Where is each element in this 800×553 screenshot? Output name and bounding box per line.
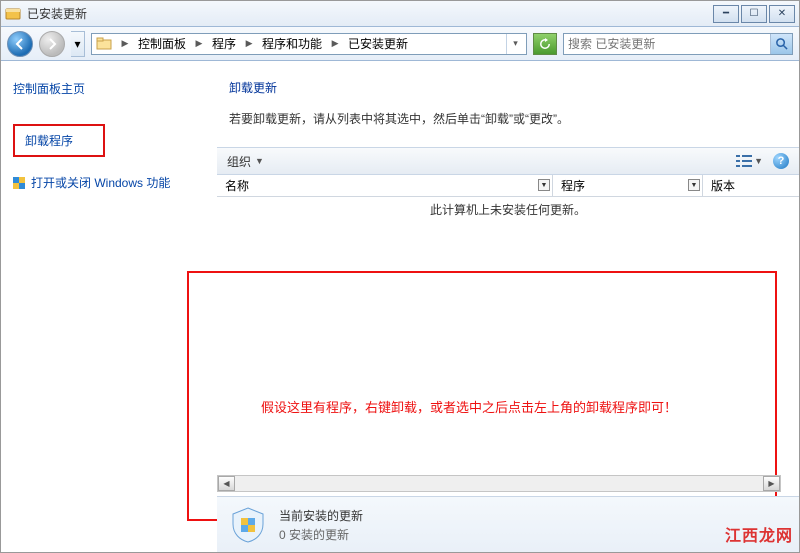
breadcrumb-installed-updates[interactable]: 已安装更新 [344, 34, 412, 54]
page-description: 若要卸载更新，请从列表中将其选中，然后单击“卸载”或“更改”。 [229, 110, 799, 127]
breadcrumb-control-panel[interactable]: 控制面板 [134, 34, 190, 54]
column-label: 程序 [561, 177, 585, 194]
content-body: 控制面板主页 卸载程序 打开或关闭 Windows 功能 卸载更新 若要卸载更新… [1, 61, 799, 552]
search-button[interactable] [770, 34, 792, 54]
window-title: 已安装更新 [27, 5, 713, 22]
search-icon [775, 37, 788, 50]
help-button[interactable]: ? [773, 153, 789, 169]
shield-icon [13, 177, 25, 189]
column-header-name[interactable]: 名称 ▼ [217, 175, 553, 196]
column-label: 名称 [225, 177, 249, 194]
chevron-right-icon[interactable]: ▶ [118, 38, 132, 49]
nav-history-dropdown[interactable]: ▾ [71, 31, 85, 57]
chevron-down-icon: ▼ [754, 156, 763, 166]
chevron-right-icon[interactable]: ▶ [242, 38, 256, 49]
organize-label: 组织 [227, 153, 251, 170]
sidebar-link-label: 卸载程序 [25, 132, 73, 149]
refresh-button[interactable] [533, 33, 557, 55]
column-header-version[interactable]: 版本 [703, 175, 799, 196]
address-dropdown[interactable]: ▾ [506, 34, 524, 54]
page-heading: 卸载更新 [229, 79, 799, 96]
sidebar-link-home[interactable]: 控制面板主页 [13, 77, 205, 100]
chevron-right-icon[interactable]: ▶ [328, 38, 342, 49]
close-button[interactable]: ✕ [769, 5, 795, 23]
sidebar-link-windows-features[interactable]: 打开或关闭 Windows 功能 [13, 171, 205, 194]
search-box[interactable] [563, 33, 793, 55]
column-filter-dropdown[interactable]: ▼ [538, 179, 550, 191]
windows-update-icon [229, 506, 267, 544]
refresh-icon [539, 38, 551, 50]
back-button[interactable] [7, 31, 33, 57]
breadcrumb-programs-features[interactable]: 程序和功能 [258, 34, 326, 54]
view-button[interactable]: ▼ [736, 154, 763, 168]
empty-list-message: 此计算机上未安装任何更新。 [217, 197, 799, 222]
main-panel: 卸载更新 若要卸载更新，请从列表中将其选中，然后单击“卸载”或“更改”。 组织 … [217, 61, 799, 552]
arrow-right-icon [46, 38, 58, 50]
minimize-button[interactable]: ━ [713, 5, 739, 23]
forward-button[interactable] [39, 31, 65, 57]
scroll-left-button[interactable]: ◀ [218, 476, 235, 491]
column-label: 版本 [711, 177, 735, 194]
column-filter-dropdown[interactable]: ▼ [688, 179, 700, 191]
address-bar[interactable]: ▶ 控制面板 ▶ 程序 ▶ 程序和功能 ▶ 已安装更新 ▾ [91, 33, 527, 55]
window-controls: ━ ☐ ✕ [713, 5, 795, 23]
window-icon [5, 6, 21, 22]
maximize-button[interactable]: ☐ [741, 5, 767, 23]
search-input[interactable] [564, 37, 770, 51]
annotation-text: 假设这里有程序，右键卸载，或者选中之后点击左上角的卸载程序即可！ [261, 397, 677, 416]
title-bar: 已安装更新 ━ ☐ ✕ [1, 1, 799, 27]
list-toolbar: 组织 ▼ ▼ ? [217, 147, 799, 175]
list-header: 名称 ▼ 程序 ▼ 版本 [217, 175, 799, 197]
status-footer: 当前安装的更新 0 安装的更新 [217, 496, 799, 552]
nav-bar: ▾ ▶ 控制面板 ▶ 程序 ▶ 程序和功能 ▶ 已安装更新 ▾ [1, 27, 799, 61]
horizontal-scrollbar[interactable]: ◀ ▶ [217, 475, 781, 492]
sidebar: 控制面板主页 卸载程序 打开或关闭 Windows 功能 [1, 61, 217, 552]
view-icon [736, 154, 752, 168]
chevron-down-icon: ▼ [255, 156, 264, 166]
chevron-right-icon[interactable]: ▶ [192, 38, 206, 49]
folder-icon [96, 36, 112, 52]
sidebar-link-label: 打开或关闭 Windows 功能 [31, 174, 170, 191]
organize-button[interactable]: 组织 ▼ [227, 153, 264, 170]
footer-title: 当前安装的更新 [279, 507, 363, 524]
arrow-left-icon [14, 38, 26, 50]
column-header-program[interactable]: 程序 ▼ [553, 175, 703, 196]
breadcrumb-programs[interactable]: 程序 [208, 34, 240, 54]
sidebar-link-uninstall[interactable]: 卸载程序 [13, 124, 105, 157]
scroll-right-button[interactable]: ▶ [763, 476, 780, 491]
footer-count: 0 安装的更新 [279, 526, 363, 543]
sidebar-link-label: 控制面板主页 [13, 80, 85, 97]
